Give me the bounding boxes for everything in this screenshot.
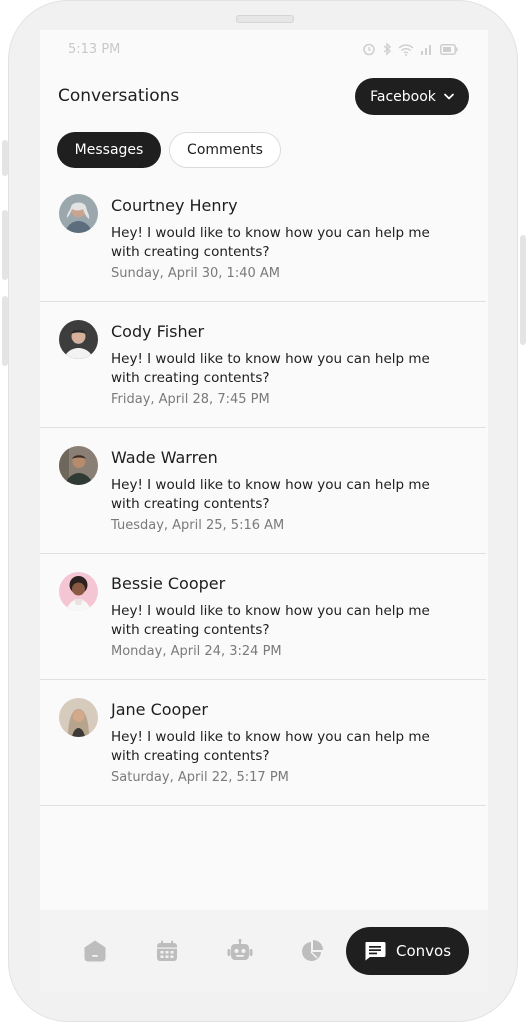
convos-nav-button[interactable]: Convos <box>346 927 469 975</box>
phone-side-button <box>2 140 8 176</box>
wifi-icon <box>398 43 414 56</box>
pie-chart-icon[interactable] <box>299 938 325 964</box>
phone-side-button <box>520 235 526 345</box>
conversation-sender: Cody Fisher <box>111 322 205 341</box>
conversation-timestamp: Friday, April 28, 7:45 PM <box>111 392 270 407</box>
robot-icon[interactable] <box>227 938 253 964</box>
platform-dropdown-label: Facebook <box>370 88 436 105</box>
conversation-preview: Hey! I would like to know how you can he… <box>111 225 430 260</box>
calendar-icon[interactable] <box>154 938 180 964</box>
tab-messages[interactable]: Messages <box>57 132 161 168</box>
avatar <box>59 698 98 737</box>
app-screen: 5:13 PM Conversations Facebook Messages … <box>40 30 488 992</box>
phone-side-button <box>2 210 8 280</box>
avatar <box>59 446 98 485</box>
conversation-item[interactable]: Jane Cooper Hey! I would like to know ho… <box>40 680 486 806</box>
platform-dropdown[interactable]: Facebook <box>355 78 469 115</box>
conversation-timestamp: Saturday, April 22, 5:17 PM <box>111 770 289 785</box>
conversation-sender: Courtney Henry <box>111 196 238 215</box>
conversation-item[interactable]: Bessie Cooper Hey! I would like to know … <box>40 554 486 680</box>
conversation-preview: Hey! I would like to know how you can he… <box>111 477 430 512</box>
conversation-item[interactable]: Cody Fisher Hey! I would like to know ho… <box>40 302 486 428</box>
avatar <box>59 320 98 359</box>
page-title: Conversations <box>58 86 180 106</box>
phone-speaker <box>236 15 294 23</box>
battery-icon <box>440 43 458 55</box>
bottom-navigation: Convos <box>40 910 488 992</box>
conversation-preview: Hey! I would like to know how you can he… <box>111 351 430 386</box>
phone-side-button <box>2 296 8 366</box>
chat-icon <box>365 942 386 961</box>
conversation-preview: Hey! I would like to know how you can he… <box>111 603 430 638</box>
tab-comments[interactable]: Comments <box>169 132 281 168</box>
alarm-icon <box>363 43 375 56</box>
avatar <box>59 194 98 233</box>
conversation-item[interactable]: Courtney Henry Hey! I would like to know… <box>40 176 486 302</box>
status-time: 5:13 PM <box>68 42 121 57</box>
home-icon[interactable] <box>82 938 108 964</box>
conversation-tabs: Messages Comments <box>57 132 281 168</box>
conversation-preview: Hey! I would like to know how you can he… <box>111 729 430 764</box>
signal-icon <box>421 45 431 55</box>
conversation-timestamp: Tuesday, April 25, 5:16 AM <box>111 518 285 533</box>
conversation-sender: Bessie Cooper <box>111 574 226 593</box>
avatar <box>59 572 98 611</box>
conversation-sender: Wade Warren <box>111 448 218 467</box>
convos-nav-label: Convos <box>395 942 452 960</box>
conversation-timestamp: Monday, April 24, 3:24 PM <box>111 644 282 659</box>
conversation-list: Courtney Henry Hey! I would like to know… <box>40 176 486 806</box>
status-bar: 5:13 PM <box>40 30 488 74</box>
conversation-item[interactable]: Wade Warren Hey! I would like to know ho… <box>40 428 486 554</box>
conversation-sender: Jane Cooper <box>111 700 208 719</box>
conversation-timestamp: Sunday, April 30, 1:40 AM <box>111 266 280 281</box>
bluetooth-icon <box>383 42 392 56</box>
status-icons <box>362 42 458 56</box>
chevron-down-icon <box>444 93 454 100</box>
